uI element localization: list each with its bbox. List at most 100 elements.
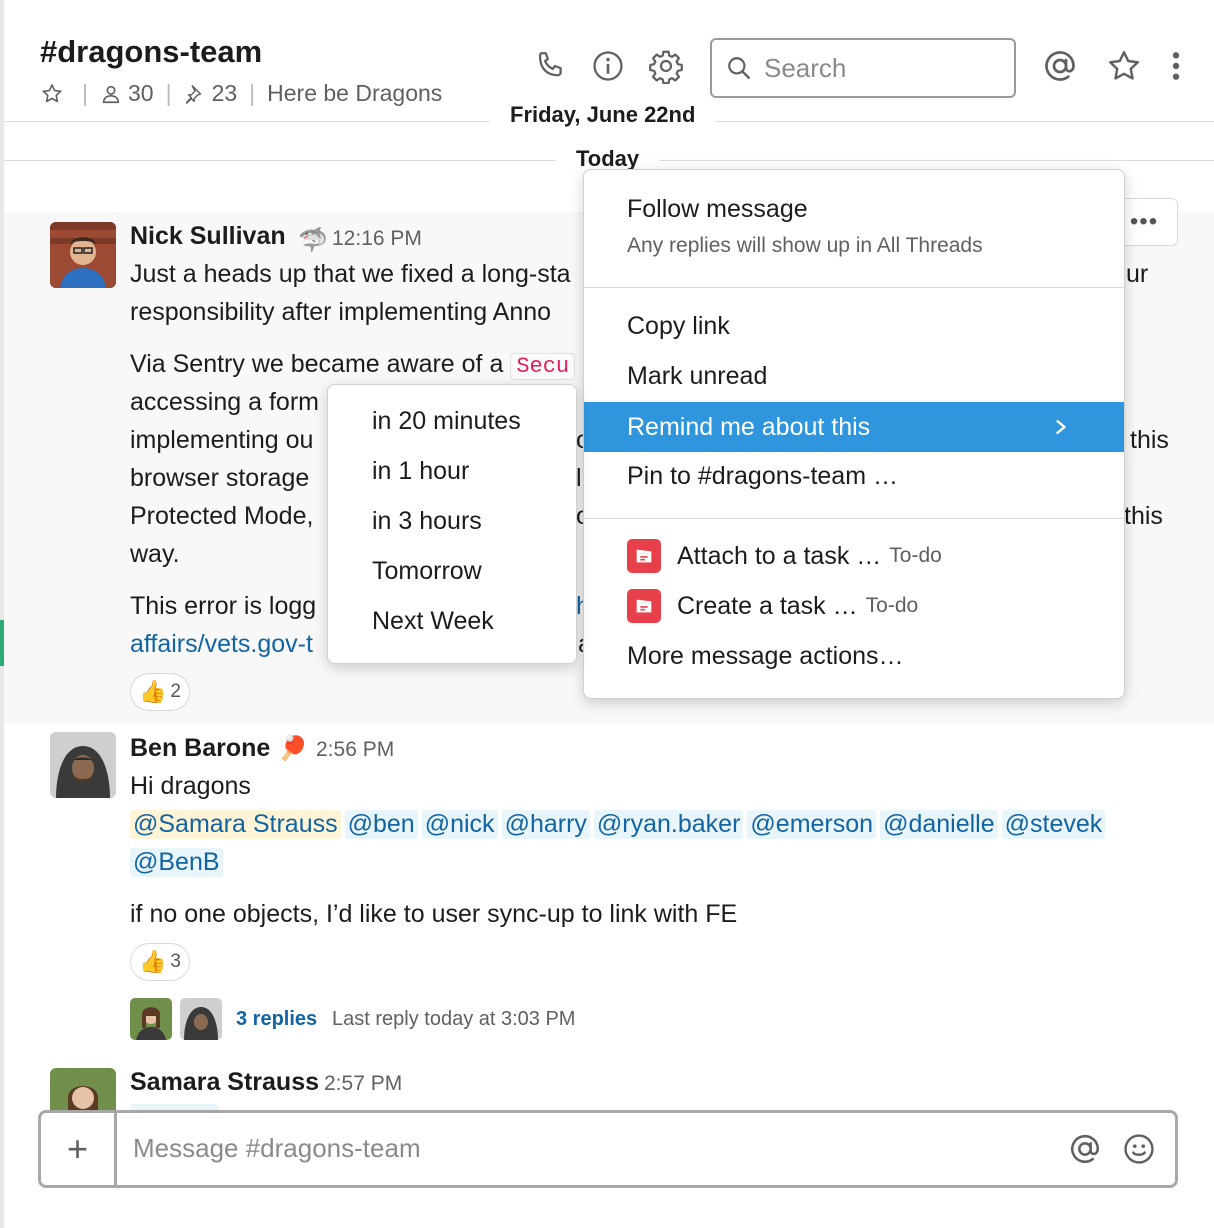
message-text: this [1124,502,1163,530]
message-text: implementing ou [130,426,314,454]
message-text: Protected Mode, [130,502,314,530]
remind-option[interactable]: in 20 minutes [372,407,521,436]
avatar[interactable] [50,1068,116,1110]
todo-icon [627,589,661,623]
mention[interactable]: @ryan.baker [593,810,744,839]
slack-window: #dragons-team | 30 | 23 | Here be Dragon… [0,0,1214,1228]
mention[interactable]: @nick [421,810,498,839]
menu-item-create-task-label: Create a task … [677,591,858,620]
message-text-part: Via Sentry we became aware of a [130,350,511,378]
reaction-count: 3 [170,951,181,972]
shark-emoji: 🦈 [298,227,328,254]
menu-item-attach-task[interactable]: Attach to a task … To-do [584,531,1124,581]
star-icon[interactable] [40,82,64,106]
channel-title[interactable]: #dragons-team [40,34,262,70]
message-text: way. [130,540,180,568]
menu-item-mark-unread[interactable]: Mark unread [584,351,1124,401]
thumbs-up-icon: 👍 [139,949,167,974]
mention[interactable]: @stevek [1001,810,1106,839]
menu-item-follow[interactable]: Follow message [584,184,1124,234]
author-name[interactable]: Ben Barone [130,734,270,763]
kebab-icon[interactable] [1156,46,1196,86]
message-text: This error is logg [130,592,317,620]
search-input[interactable]: Search [710,38,1016,98]
mention[interactable]: @Samara Strauss [130,810,341,839]
avatar[interactable] [50,222,116,288]
mention[interactable]: @emerson [747,810,877,839]
message-text: browser storage [130,464,310,492]
author-name[interactable]: Samara Strauss [130,1068,319,1097]
remind-option[interactable]: Tomorrow [372,557,482,586]
remind-option[interactable]: in 1 hour [372,457,469,486]
thread-replies-link[interactable]: 3 replies [236,1008,317,1031]
reaction[interactable]: 👍 3 [130,943,190,981]
menu-item-copy-link[interactable]: Copy link [584,301,1124,351]
star-icon[interactable] [1104,46,1144,86]
message-text: responsibility after implementing Anno [130,298,552,326]
phone-icon[interactable] [530,46,570,86]
message-composer: + Message #dragons-team [38,1110,1178,1188]
message-time[interactable]: 2:56 PM [316,738,394,762]
emoji-icon[interactable] [1119,1129,1159,1169]
message-time[interactable]: 2:57 PM [324,1072,402,1096]
code-tag: Secu [510,353,576,380]
reply-avatar[interactable] [130,998,172,1040]
meta-separator: | [82,80,88,106]
menu-separator [584,518,1124,519]
message-text: ur [1126,260,1149,288]
menu-item-remind[interactable]: Remind me about this [584,402,1124,452]
mention[interactable]: @ben [344,810,418,839]
member-icon[interactable] [100,83,122,105]
meta-separator: | [165,80,172,106]
chevron-right-icon [1054,412,1068,449]
at-icon[interactable] [1065,1129,1105,1169]
menu-item-more-actions[interactable]: More message actions… [584,631,1124,681]
reaction-count: 2 [170,681,181,702]
message-text: if no one objects, I’d like to user sync… [130,900,738,928]
menu-separator [584,287,1124,288]
mention[interactable]: @BenB [130,848,223,877]
reaction[interactable]: 👍 2 [130,673,190,711]
thumbs-up-icon: 👍 [139,679,167,704]
mention-line: @BenB [130,848,227,877]
message-text: this [1130,426,1169,454]
remind-option[interactable]: Next Week [372,607,494,636]
meta-separator: | [249,80,256,106]
mention-line: @Samara Strauss @ben @nick @harry @ryan.bake… [130,810,1109,839]
channel-topic[interactable]: Here be Dragons [267,80,442,107]
info-icon[interactable] [588,46,628,86]
day-divider-label: Friday, June 22nd [490,102,716,128]
pin-icon[interactable] [184,82,206,106]
todo-icon [627,539,661,573]
plus-icon[interactable]: + [41,1113,117,1185]
message-time[interactable]: 12:16 PM [332,227,422,251]
remind-submenu: in 20 minutes in 1 hour in 3 hours Tomor… [327,384,577,664]
message-link[interactable]: affairs/vets.gov-t [130,630,313,659]
todo-tag: To-do [889,544,942,567]
menu-item-follow-subtext: Any replies will show up in All Threads [627,234,983,257]
gear-icon[interactable] [646,46,686,86]
remind-option[interactable]: in 3 hours [372,507,482,536]
last-reply-text: Last reply today at 3:03 PM [332,1008,576,1030]
author-name[interactable]: Nick Sullivan [130,222,286,251]
message-input[interactable]: Message #dragons-team [133,1133,421,1164]
message-text: Via Sentry we became aware of a Secu [130,350,576,380]
message-text: Just a heads up that we fixed a long-sta [130,260,571,288]
at-icon[interactable] [1040,46,1080,86]
message-actions-menu: Follow message Any replies will show up … [583,169,1125,699]
menu-item-create-task[interactable]: Create a task … To-do [584,581,1124,631]
pingpong-emoji: 🏓 [278,735,308,762]
todo-tag: To-do [865,594,919,617]
mention[interactable]: @danielle [880,810,998,839]
message-text: accessing a form [130,388,319,416]
menu-item-pin[interactable]: Pin to #dragons-team … [584,451,1124,501]
members-count[interactable]: 30 [128,80,154,107]
pins-count[interactable]: 23 [212,80,238,107]
reply-avatar[interactable] [180,998,222,1040]
avatar[interactable] [50,732,116,798]
menu-item-attach-task-label: Attach to a task … [677,541,882,570]
mention[interactable]: @harry [501,810,590,839]
menu-item-remind-label: Remind me about this [627,412,871,441]
search-placeholder: Search [764,52,847,83]
message-text: Hi dragons [130,772,251,800]
